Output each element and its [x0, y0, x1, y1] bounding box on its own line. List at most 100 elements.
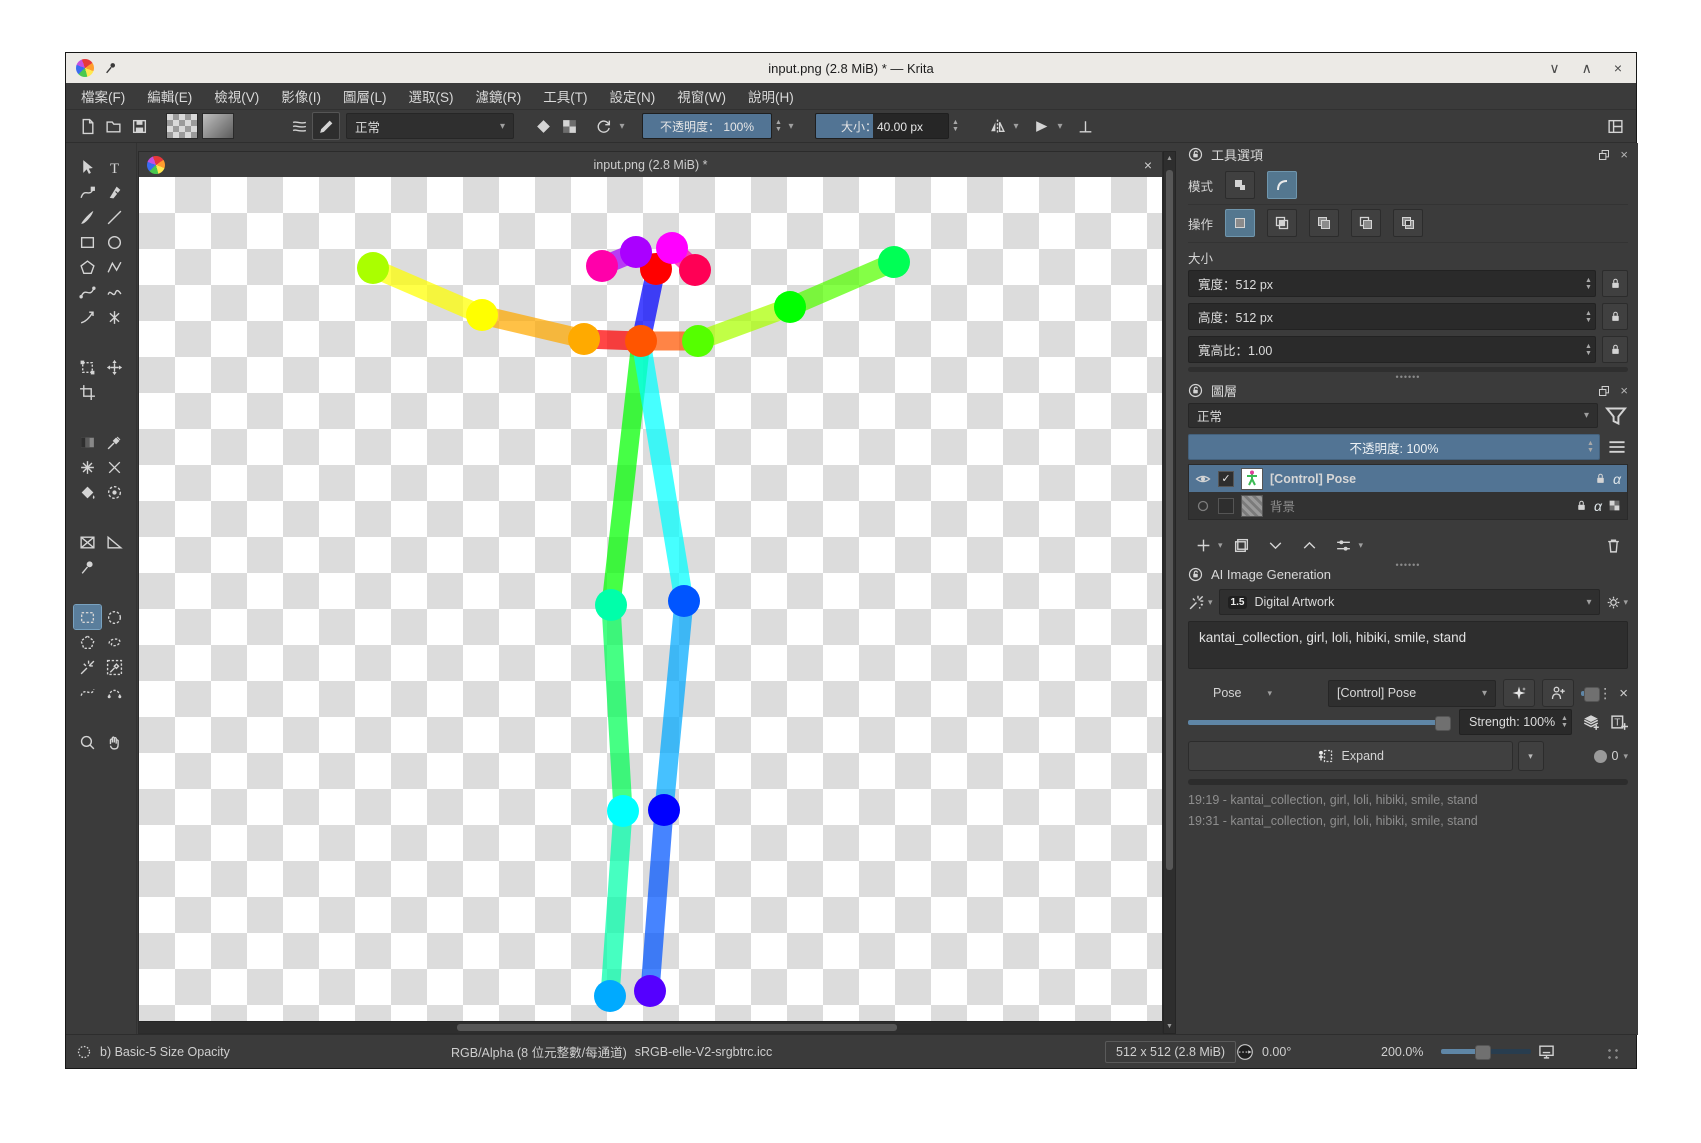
tool-gradient[interactable] [74, 430, 101, 454]
tool-dynamic-brush[interactable] [74, 305, 101, 329]
tool-reference-images[interactable] [74, 555, 101, 579]
tool-freehand-brush[interactable] [74, 205, 101, 229]
menu-說明[interactable]: 說明(H) [737, 82, 805, 110]
width-field[interactable]: 寬度：512 px ▲▼ [1188, 270, 1596, 297]
generate-control-button[interactable] [1503, 679, 1535, 707]
menu-檔案[interactable]: 檔案(F) [70, 82, 136, 110]
tool-rectangle[interactable] [74, 230, 101, 254]
layer-alpha-icon[interactable]: α [1594, 498, 1602, 514]
history-splitter[interactable] [1188, 779, 1628, 785]
prompt-textarea[interactable]: kantai_collection, girl, loli, hibiki, s… [1188, 621, 1628, 669]
generation-history[interactable]: 19:19 - kantai_collection, girl, loli, h… [1188, 793, 1628, 835]
layer-visible-icon[interactable] [1195, 471, 1211, 487]
expand-button[interactable]: Expand [1188, 741, 1513, 771]
select-symdiff-button[interactable] [1393, 209, 1423, 237]
mode-antialias-button[interactable] [1267, 171, 1297, 199]
minimize-button[interactable]: ∨ [1549, 60, 1559, 77]
pose-joint-neck[interactable] [625, 325, 657, 357]
mirror-vertical-button[interactable] [1028, 113, 1054, 139]
select-intersect-button[interactable] [1267, 209, 1297, 237]
rotation-icon[interactable] [1236, 1043, 1254, 1061]
close-button[interactable]: × [1614, 60, 1622, 77]
vertical-scrollbar[interactable]: ▲ ▼ [1163, 151, 1176, 1034]
mirror-horizontal-button[interactable] [984, 113, 1010, 139]
move-layer-up-button[interactable] [1295, 533, 1325, 557]
control-type-dropdown[interactable]: Pose▾ [1213, 686, 1321, 700]
menu-影像[interactable]: 影像(I) [270, 82, 332, 110]
control-strength-mini-slider[interactable] [1581, 691, 1591, 696]
tool-zoom[interactable] [74, 730, 101, 754]
pose-joint-l_ear[interactable] [679, 254, 711, 286]
ratio-field[interactable]: 寬高比：1.00 ▲▼ [1188, 336, 1596, 363]
pose-joint-r_ear[interactable] [586, 250, 618, 282]
ratio-lock-button[interactable] [1602, 336, 1628, 363]
wrap-around-button[interactable] [1072, 113, 1098, 139]
add-layer-button[interactable] [1188, 533, 1218, 557]
pose-joint-l_knee[interactable] [648, 794, 680, 826]
tool-rectangular-selection[interactable] [74, 605, 101, 629]
layer-opacity-slider[interactable]: 不透明度: 100% ▲▼ [1188, 434, 1600, 460]
layer-filter-button[interactable] [1604, 404, 1628, 428]
queue-caret[interactable]: ▾ [1623, 751, 1628, 762]
strength-slider[interactable] [1188, 720, 1449, 725]
menu-工具[interactable]: 工具(T) [532, 82, 598, 110]
float-docker-icon[interactable] [1598, 149, 1610, 161]
canvas[interactable] [139, 177, 1162, 1022]
horizontal-scrollbar[interactable] [139, 1021, 1162, 1033]
tool-freehand-path[interactable] [101, 280, 128, 304]
opacity-spin[interactable]: ▲▼ [772, 114, 785, 138]
tool-magnetic-selection[interactable] [101, 680, 128, 704]
control-layer-dropdown[interactable]: [Control] Pose▾ [1328, 680, 1496, 707]
pattern-swatch[interactable] [202, 113, 234, 139]
select-subtract-button[interactable] [1351, 209, 1381, 237]
tool-text[interactable]: T [101, 155, 128, 179]
tool-select-shapes[interactable] [74, 155, 101, 179]
pose-joint-r_shoulder[interactable] [568, 323, 600, 355]
style-dropdown[interactable]: 1.5 Digital Artwork ▾ [1219, 589, 1601, 615]
eraser-mode-button[interactable] [530, 113, 556, 139]
blend-mode-dropdown[interactable]: 正常▾ [346, 113, 514, 139]
add-pose-button[interactable] [1542, 679, 1574, 707]
layer-hidden-icon[interactable] [1195, 498, 1211, 514]
pose-joint-r_hip[interactable] [595, 589, 627, 621]
open-document-button[interactable] [100, 113, 126, 139]
layer-checkbox[interactable]: ✓ [1218, 471, 1234, 487]
pose-joint-r_elbow[interactable] [466, 299, 498, 331]
delete-layer-button[interactable] [1598, 533, 1628, 557]
docker-lock-icon[interactable] [1188, 147, 1203, 162]
tool-polygonal-selection[interactable] [74, 630, 101, 654]
brush-editor-button[interactable] [312, 112, 340, 140]
history-entry[interactable]: 19:19 - kantai_collection, girl, loli, h… [1188, 793, 1628, 807]
docker-lock-icon[interactable] [1188, 567, 1203, 582]
tool-colorize-mask[interactable] [101, 455, 128, 479]
history-entry[interactable]: 19:31 - kantai_collection, girl, loli, h… [1188, 814, 1628, 828]
menu-圖層[interactable]: 圖層(L) [332, 82, 398, 110]
layer-checkbox[interactable] [1218, 498, 1234, 514]
tool-color-sampler[interactable] [101, 430, 128, 454]
pose-joint-l_ankle[interactable] [634, 975, 666, 1007]
layer-lock-icon[interactable] [1594, 472, 1607, 485]
layer-blend-dropdown[interactable]: 正常▾ [1188, 403, 1598, 428]
reload-preset-caret[interactable]: ▾ [616, 121, 628, 132]
layer-menu-button[interactable] [1606, 436, 1628, 458]
strength-field[interactable]: Strength: 100% ▲▼ [1459, 709, 1572, 735]
tool-ellipse[interactable] [101, 230, 128, 254]
workspace-chooser-button[interactable] [1602, 113, 1628, 139]
add-region-button[interactable] [1582, 713, 1600, 731]
close-docker-icon[interactable]: × [1620, 383, 1628, 398]
layer-alpha-locked-icon[interactable] [1608, 499, 1621, 512]
gradient-swatch[interactable] [166, 113, 198, 139]
view-mode-icon[interactable] [1538, 1043, 1555, 1060]
save-button[interactable] [126, 113, 152, 139]
layer-properties-button[interactable] [1329, 533, 1359, 557]
size-slider[interactable]: 大小：40.00 px [815, 113, 949, 139]
tool-multibrush[interactable] [101, 305, 128, 329]
preserve-alpha-button[interactable] [556, 113, 582, 139]
select-add-button[interactable] [1309, 209, 1339, 237]
control-kebab-menu[interactable]: ⋮ [1598, 685, 1612, 702]
pose-joint-r_ankle[interactable] [594, 980, 626, 1012]
layer-row-2[interactable]: 背景α [1189, 492, 1627, 519]
brush-presets-button[interactable] [286, 113, 312, 139]
tool-similar-color-selection[interactable] [74, 655, 101, 679]
width-lock-button[interactable] [1602, 270, 1628, 297]
